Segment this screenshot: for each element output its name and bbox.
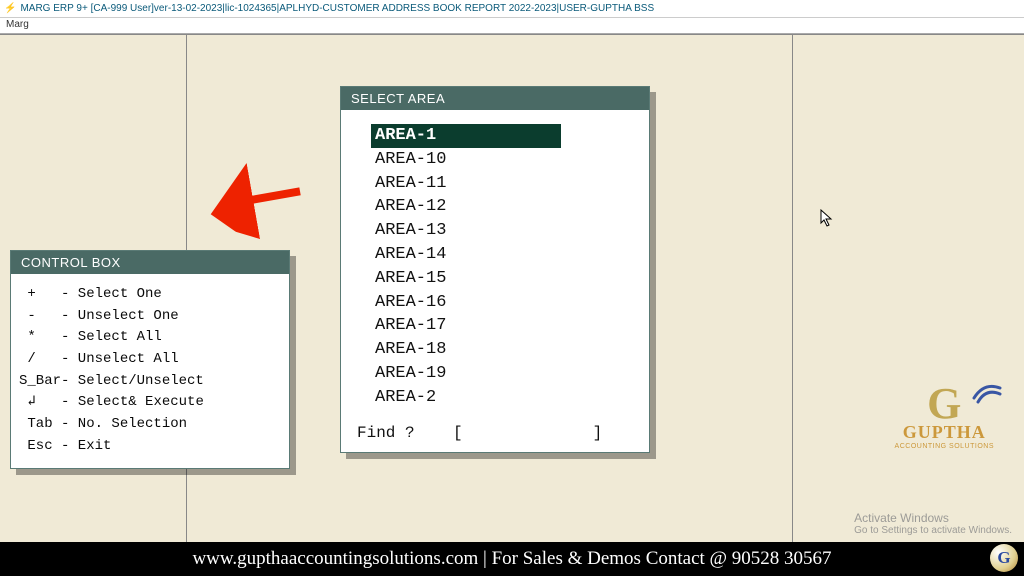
area-item[interactable]: AREA-17 bbox=[371, 314, 633, 338]
annotation-arrow-icon bbox=[208, 149, 322, 265]
area-item[interactable]: AREA-16 bbox=[371, 291, 633, 315]
activate-windows-overlay: Activate Windows Go to Settings to activ… bbox=[854, 511, 1012, 536]
select-area-panel: SELECT AREA AREA-1AREA-10AREA-11AREA-12A… bbox=[340, 86, 650, 453]
find-label: Find ? bbox=[357, 424, 415, 442]
menubar: Marg bbox=[0, 18, 1024, 34]
area-item[interactable]: AREA-11 bbox=[371, 172, 633, 196]
area-item[interactable]: AREA-12 bbox=[371, 195, 633, 219]
control-box-panel: CONTROL BOX + - Select One - - Unselect … bbox=[10, 250, 290, 469]
area-item[interactable]: AREA-18 bbox=[371, 338, 633, 362]
select-area-body: AREA-1AREA-10AREA-11AREA-12AREA-13AREA-1… bbox=[341, 110, 649, 452]
area-item[interactable]: AREA-14 bbox=[371, 243, 633, 267]
workspace: CONTROL BOX + - Select One - - Unselect … bbox=[0, 34, 1024, 542]
area-item[interactable]: AREA-2 bbox=[371, 386, 633, 410]
footer-bar: www.gupthaaccountingsolutions.com | For … bbox=[0, 542, 1024, 576]
area-item[interactable]: AREA-19 bbox=[371, 362, 633, 386]
menu-marg[interactable]: Marg bbox=[6, 19, 29, 30]
window-title-text: MARG ERP 9+ [CA-999 User]ver-13-02-2023|… bbox=[20, 3, 654, 14]
area-item[interactable]: AREA-1 bbox=[371, 124, 561, 148]
brand-subtitle: ACCOUNTING SOLUTIONS bbox=[895, 443, 994, 450]
area-list: AREA-1AREA-10AREA-11AREA-12AREA-13AREA-1… bbox=[371, 124, 633, 410]
select-area-title: SELECT AREA bbox=[341, 87, 649, 110]
activate-line2: Go to Settings to activate Windows. bbox=[854, 525, 1012, 536]
area-item[interactable]: AREA-15 bbox=[371, 267, 633, 291]
divider bbox=[792, 34, 793, 542]
app-logo-icon: ⚡ bbox=[4, 3, 16, 14]
find-row[interactable]: Find ? [] bbox=[357, 424, 633, 442]
footer-text: www.gupthaaccountingsolutions.com | For … bbox=[192, 548, 831, 570]
area-item[interactable]: AREA-10 bbox=[371, 148, 633, 172]
brand-g-icon: G bbox=[895, 382, 994, 426]
control-box-body: + - Select One - - Unselect One * - Sele… bbox=[11, 274, 289, 468]
activate-line1: Activate Windows bbox=[854, 511, 1012, 525]
brand-watermark: G GUPTHA ACCOUNTING SOLUTIONS bbox=[895, 382, 994, 450]
window-titlebar: ⚡ MARG ERP 9+ [CA-999 User]ver-13-02-202… bbox=[0, 0, 1024, 18]
area-item[interactable]: AREA-13 bbox=[371, 219, 633, 243]
divider bbox=[0, 34, 1024, 35]
control-box-title: CONTROL BOX bbox=[11, 251, 289, 274]
mouse-cursor-icon bbox=[820, 209, 834, 234]
footer-badge-icon: G bbox=[990, 544, 1018, 572]
